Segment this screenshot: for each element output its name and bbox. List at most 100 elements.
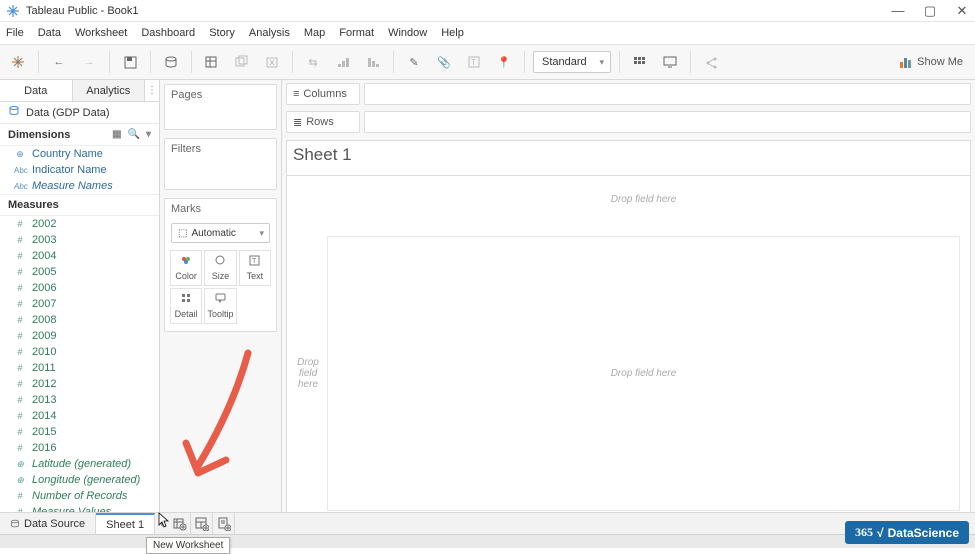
pane-menu-icon[interactable]: ⋮ [145, 80, 159, 101]
menu-worksheet[interactable]: Worksheet [75, 27, 127, 39]
menu-analysis[interactable]: Analysis [249, 27, 290, 39]
menu-data[interactable]: Data [38, 27, 61, 39]
view-canvas[interactable]: Drop field here Drop field here Drop fie… [286, 175, 971, 522]
marks-type-dropdown[interactable]: ⬚ Automatic [171, 223, 270, 243]
menu-format[interactable]: Format [339, 27, 374, 39]
duplicate-button[interactable] [230, 50, 254, 74]
measure-field[interactable]: #2010 [0, 344, 159, 360]
field-menu-icon[interactable]: ▾ [146, 129, 151, 140]
hash-icon: # [14, 443, 26, 453]
hash-icon: # [14, 219, 26, 229]
rows-shelf-label: ≣Rows [286, 111, 360, 133]
labels-button[interactable]: T [462, 50, 486, 74]
find-field-icon[interactable]: 🔍 [128, 129, 140, 140]
measure-field[interactable]: #2004 [0, 248, 159, 264]
new-story-tab-button[interactable] [213, 513, 235, 535]
hash-icon: # [14, 251, 26, 261]
menu-story[interactable]: Story [209, 27, 235, 39]
measure-field[interactable]: #2016 [0, 440, 159, 456]
new-worksheet-button[interactable] [200, 50, 224, 74]
swap-button[interactable]: ⇆ [301, 50, 325, 74]
field-label: Latitude (generated) [32, 458, 131, 470]
hash-icon: # [14, 395, 26, 405]
marks-size-button[interactable]: Size [204, 250, 236, 286]
measure-field[interactable]: #2007 [0, 296, 159, 312]
dimension-field[interactable]: AbcIndicator Name [0, 162, 159, 178]
pages-shelf[interactable]: Pages [164, 84, 277, 130]
redo-button[interactable]: → [77, 50, 101, 74]
filters-shelf[interactable]: Filters [164, 138, 277, 190]
detail-icon [181, 293, 192, 307]
new-datasource-button[interactable] [159, 50, 183, 74]
sheet-title[interactable]: Sheet 1 [286, 140, 971, 175]
window-minimize-button[interactable]: — [891, 3, 905, 19]
dimensions-label: Dimensions [8, 129, 70, 141]
field-label: 2007 [32, 298, 56, 310]
measure-field[interactable]: ⊕Longitude (generated) [0, 472, 159, 488]
save-button[interactable] [118, 50, 142, 74]
measure-field[interactable]: #2015 [0, 424, 159, 440]
field-label: 2008 [32, 314, 56, 326]
svg-text:T: T [252, 258, 257, 265]
field-label: 2003 [32, 234, 56, 246]
measure-field[interactable]: #2009 [0, 328, 159, 344]
view-as-icon[interactable]: ▦ [112, 129, 121, 140]
pin-button[interactable]: 📍 [492, 50, 516, 74]
datasource-row[interactable]: Data (GDP Data) [0, 102, 159, 124]
measure-field[interactable]: #2005 [0, 264, 159, 280]
marks-text-button[interactable]: T Text [239, 250, 271, 286]
field-label: 2005 [32, 266, 56, 278]
measure-field[interactable]: #2002 [0, 216, 159, 232]
measure-field[interactable]: #2013 [0, 392, 159, 408]
sort-desc-button[interactable] [361, 50, 385, 74]
view-cards-button[interactable] [628, 50, 652, 74]
marks-text-label: Text [247, 271, 264, 281]
datasource-tab-icon [10, 519, 20, 529]
marks-color-button[interactable]: Color [170, 250, 202, 286]
dimension-field[interactable]: ⊕Country Name [0, 146, 159, 162]
show-me-label: Show Me [917, 56, 963, 68]
highlight-button[interactable]: ✎ [402, 50, 426, 74]
field-label: 2016 [32, 442, 56, 454]
new-worksheet-tab-button[interactable] [169, 513, 191, 535]
menu-help[interactable]: Help [441, 27, 464, 39]
menu-dashboard[interactable]: Dashboard [141, 27, 195, 39]
measure-field[interactable]: #2014 [0, 408, 159, 424]
dimensions-header: Dimensions ▦ 🔍 ▾ [0, 124, 159, 146]
window-maximize-button[interactable]: ▢ [923, 3, 937, 19]
sheet1-tab[interactable]: Sheet 1 [96, 513, 155, 535]
undo-button[interactable]: ← [47, 50, 71, 74]
rows-shelf[interactable] [364, 111, 971, 133]
window-close-button[interactable]: ✕ [955, 3, 969, 19]
menu-file[interactable]: File [6, 27, 24, 39]
sort-asc-button[interactable] [331, 50, 355, 74]
fit-dropdown[interactable]: Standard [533, 51, 611, 73]
clear-button[interactable] [260, 50, 284, 74]
tableau-logo-icon[interactable] [6, 50, 30, 74]
group-button[interactable]: 📎 [432, 50, 456, 74]
menu-map[interactable]: Map [304, 27, 325, 39]
presentation-button[interactable] [658, 50, 682, 74]
marks-detail-button[interactable]: Detail [170, 288, 202, 324]
share-button[interactable] [699, 50, 723, 74]
tab-analytics[interactable]: Analytics [73, 80, 146, 101]
measure-field[interactable]: #2003 [0, 232, 159, 248]
tab-data[interactable]: Data [0, 80, 73, 101]
measure-field[interactable]: ⊕Latitude (generated) [0, 456, 159, 472]
menu-window[interactable]: Window [388, 27, 427, 39]
measure-field[interactable]: #2008 [0, 312, 159, 328]
marks-tooltip-button[interactable]: Tooltip [204, 288, 236, 324]
dimensions-list: ⊕Country NameAbcIndicator NameAbcMeasure… [0, 146, 159, 194]
measure-field[interactable]: #2012 [0, 376, 159, 392]
new-dashboard-tab-button[interactable] [191, 513, 213, 535]
watermark-text: DataScience [888, 526, 959, 540]
datasource-tab-label: Data Source [24, 518, 85, 530]
measure-field[interactable]: #2006 [0, 280, 159, 296]
measure-field[interactable]: #Number of Records [0, 488, 159, 504]
measure-field[interactable]: #2011 [0, 360, 159, 376]
columns-shelf[interactable] [364, 83, 971, 105]
show-me-button[interactable]: Show Me [899, 55, 969, 69]
dimension-field[interactable]: AbcMeasure Names [0, 178, 159, 194]
abc-icon: Abc [14, 182, 26, 191]
datasource-tab[interactable]: Data Source [0, 513, 96, 535]
